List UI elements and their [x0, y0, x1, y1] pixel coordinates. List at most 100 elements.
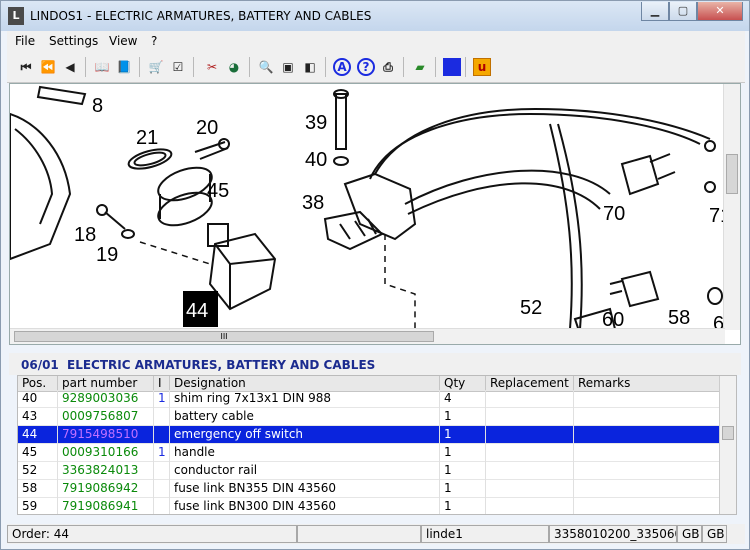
grid-icon[interactable] [443, 58, 461, 76]
drawing-horizontal-scrollbar[interactable]: III [10, 328, 725, 344]
cell-remarks [574, 426, 720, 444]
cell-replacement [486, 408, 574, 426]
maximize-button[interactable]: ▢ [669, 2, 697, 21]
drawing-vscroll-thumb[interactable] [726, 154, 738, 194]
callout-60[interactable]: 60 [602, 309, 624, 331]
callout-58[interactable]: 58 [668, 307, 690, 329]
section-header: 06/01 ELECTRIC ARMATURES, BATTERY AND CA… [9, 353, 741, 375]
title-bar: L LINDOS1 - ELECTRIC ARMATURES, BATTERY … [1, 1, 749, 31]
table-row[interactable]: 43 0009756807 battery cable 1 [18, 408, 720, 426]
cell-part-number: 9289003036 [58, 390, 154, 408]
menu-bar: File Settings View ? [7, 31, 745, 51]
table-row[interactable]: 58 7919086942 fuse link BN355 DIN 43560 … [18, 480, 720, 498]
cell-qty: 1 [440, 498, 486, 514]
status-lang-2: GB [702, 525, 727, 543]
cart-icon[interactable]: 🛒 [147, 58, 165, 76]
table-row[interactable]: 40 9289003036 1 shim ring 7x13x1 DIN 988… [18, 390, 720, 408]
first-icon[interactable]: ⏮ [17, 58, 35, 76]
cell-remarks [574, 480, 720, 498]
table-row[interactable]: 59 7919086941 fuse link BN300 DIN 43560 … [18, 498, 720, 514]
book-next-icon[interactable]: 📘 [115, 58, 133, 76]
cell-replacement [486, 462, 574, 480]
cell-qty: 1 [440, 426, 486, 444]
callout-8[interactable]: 8 [92, 95, 103, 117]
cell-pos: 44 [18, 426, 58, 444]
callout-19[interactable]: 19 [96, 244, 118, 266]
cell-remarks [574, 444, 720, 462]
section-title: ELECTRIC ARMATURES, BATTERY AND CABLES [67, 358, 376, 372]
table-vscroll-thumb[interactable] [722, 426, 734, 440]
window-title: LINDOS1 - ELECTRIC ARMATURES, BATTERY AN… [30, 9, 372, 23]
callout-45[interactable]: 45 [207, 180, 229, 202]
cell-qty: 1 [440, 444, 486, 462]
table-row[interactable]: 52 3363824013 conductor rail 1 [18, 462, 720, 480]
cell-qty: 1 [440, 408, 486, 426]
callout-70[interactable]: 70 [603, 203, 625, 225]
cell-pos: 40 [18, 390, 58, 408]
cell-qty: 4 [440, 390, 486, 408]
close-button[interactable]: ✕ [697, 2, 743, 21]
callout-20[interactable]: 20 [196, 117, 218, 139]
book-icon[interactable]: 📖 [93, 58, 111, 76]
cell-i [154, 408, 170, 426]
cell-pos: 59 [18, 498, 58, 514]
cell-pos: 52 [18, 462, 58, 480]
cell-part-number: 3363824013 [58, 462, 154, 480]
section-code: 06/01 [21, 358, 59, 372]
table-row-selected[interactable]: 44 7915498510 emergency off switch 1 [18, 426, 720, 444]
drawing-vertical-scrollbar[interactable] [723, 84, 740, 330]
cell-replacement [486, 426, 574, 444]
callout-39[interactable]: 39 [305, 112, 327, 134]
cell-part-number: 7915498510 [58, 426, 154, 444]
drawing-hscroll-thumb[interactable]: III [14, 331, 434, 342]
checklist-icon[interactable]: ☑ [169, 58, 187, 76]
cell-part-number: 7919086942 [58, 480, 154, 498]
zoom-icon[interactable]: 🔍 [257, 58, 275, 76]
cell-remarks [574, 408, 720, 426]
cell-remarks [574, 462, 720, 480]
globe-icon[interactable]: ◕ [225, 58, 243, 76]
callout-52[interactable]: 52 [520, 297, 542, 319]
cell-remarks [574, 498, 720, 514]
cell-designation: fuse link BN300 DIN 43560 [170, 498, 440, 514]
cell-part-number: 0009310166 [58, 444, 154, 462]
cell-pos: 45 [18, 444, 58, 462]
tools-icon[interactable]: ✂ [203, 58, 221, 76]
search-a-icon[interactable]: A [333, 58, 351, 76]
cell-designation: emergency off switch [170, 426, 440, 444]
cell-designation: conductor rail [170, 462, 440, 480]
parts-table: Pos. part number I Designation Qty Repla… [17, 375, 737, 515]
parts-drawing[interactable]: 8 21 20 45 18 19 39 40 38 70 71 52 60 58… [9, 83, 741, 345]
minimize-button[interactable]: ▁ [641, 2, 669, 21]
u-icon[interactable]: u [473, 58, 491, 76]
menu-view[interactable]: View [109, 34, 137, 48]
cell-i: 1 [154, 444, 170, 462]
cell-designation: handle [170, 444, 440, 462]
cell-pos: 58 [18, 480, 58, 498]
callout-44[interactable]: 44 [186, 300, 208, 322]
status-user: linde1 [421, 525, 549, 543]
cell-replacement [486, 498, 574, 514]
prev-fast-icon[interactable]: ⏪ [39, 58, 57, 76]
menu-help[interactable]: ? [151, 34, 157, 48]
cell-part-number: 7919086941 [58, 498, 154, 514]
table-vertical-scrollbar[interactable] [719, 376, 736, 514]
table-row[interactable]: 45 0009310166 1 handle 1 [18, 444, 720, 462]
menu-file[interactable]: File [15, 34, 35, 48]
callout-21[interactable]: 21 [136, 127, 158, 149]
print-icon[interactable]: ⎙ [379, 58, 397, 76]
callout-38[interactable]: 38 [302, 192, 324, 214]
page-icon[interactable]: ▣ [279, 58, 297, 76]
callout-18[interactable]: 18 [74, 224, 96, 246]
callout-40[interactable]: 40 [305, 149, 327, 171]
cell-i [154, 498, 170, 514]
export-icon[interactable]: ▰ [411, 58, 429, 76]
page-alt-icon[interactable]: ◧ [301, 58, 319, 76]
menu-settings[interactable]: Settings [49, 34, 98, 48]
cell-i: 1 [154, 390, 170, 408]
prev-icon[interactable]: ◀ [61, 58, 79, 76]
status-lang-1: GB [677, 525, 702, 543]
status-empty [297, 525, 421, 543]
cell-designation: shim ring 7x13x1 DIN 988 [170, 390, 440, 408]
help-icon[interactable]: ? [357, 58, 375, 76]
